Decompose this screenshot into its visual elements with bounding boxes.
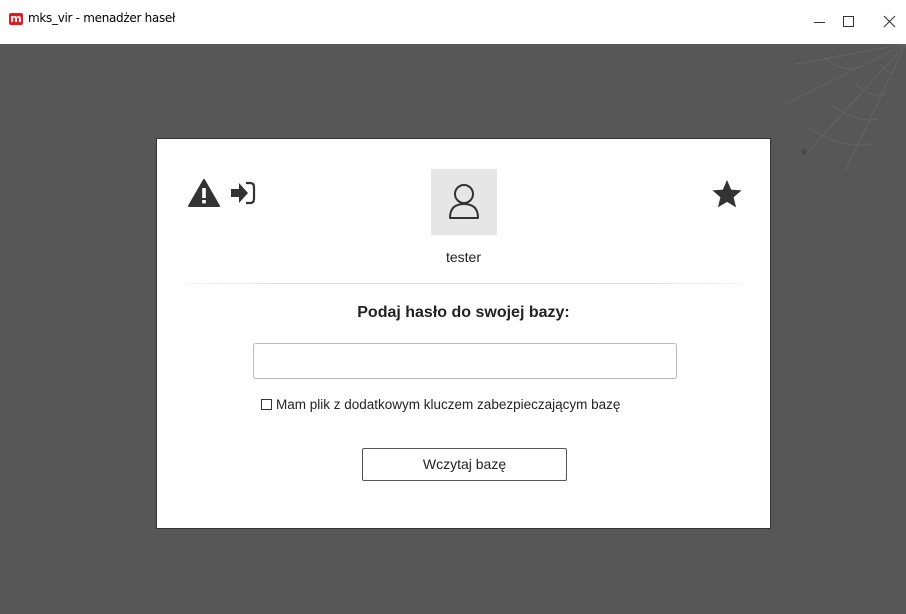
sign-in-icon[interactable]	[229, 180, 257, 206]
warning-triangle-icon[interactable]	[188, 179, 220, 207]
load-database-button[interactable]: Wczytaj bazę	[362, 448, 567, 481]
window-title: mks_vir - menadżer haseł	[28, 11, 176, 25]
maximize-button[interactable]	[830, 0, 870, 44]
keyfile-checkbox[interactable]	[261, 399, 272, 410]
spider-icon	[801, 149, 807, 155]
keyfile-label[interactable]: Mam plik z dodatkowym kluczem zabezpiecz…	[276, 397, 620, 412]
close-button[interactable]	[870, 0, 906, 44]
app-window: m mks_vir - menadżer haseł tester Podaj …	[0, 0, 906, 614]
app-logo-icon: m	[9, 12, 23, 25]
password-prompt: Podaj hasło do swojej bazy:	[357, 304, 570, 321]
divider	[183, 283, 745, 284]
maximize-icon	[843, 16, 854, 27]
password-input[interactable]	[253, 343, 677, 379]
app-background: tester Podaj hasło do swojej bazy: Mam p…	[0, 44, 906, 614]
username-label: tester	[445, 249, 481, 265]
close-icon	[883, 15, 896, 28]
login-dialog: tester Podaj hasło do swojej bazy: Mam p…	[156, 138, 771, 529]
user-icon	[449, 184, 479, 219]
spider-web-decoration-icon	[786, 44, 906, 170]
avatar	[431, 169, 497, 235]
star-icon[interactable]	[711, 179, 743, 209]
minimize-icon	[814, 22, 825, 23]
title-bar[interactable]: m mks_vir - menadżer haseł	[0, 0, 906, 44]
